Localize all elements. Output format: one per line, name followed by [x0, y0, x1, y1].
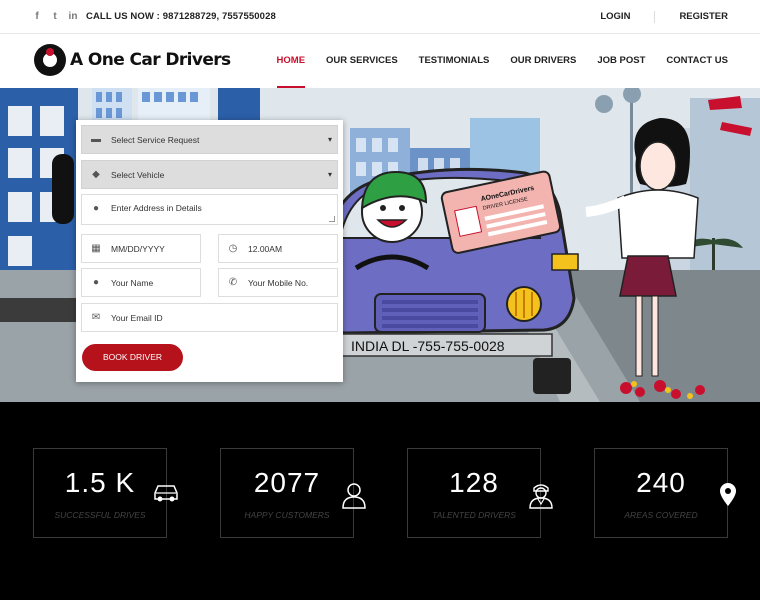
stats-section: 1.5 K SUCCESSFUL DRIVES 2077 HAPPY CUSTO…	[0, 402, 760, 600]
stat-card: 240 AREAS COVERED	[594, 448, 736, 538]
calendar-icon: ▦	[91, 243, 101, 254]
login-link[interactable]: LOGIN	[600, 11, 630, 23]
nav-item-contact[interactable]: CONTACT US	[666, 34, 728, 88]
email-input[interactable]: ✉ Your Email ID	[81, 303, 338, 332]
nav-item-testimonials[interactable]: TESTIMONIALS	[419, 34, 490, 88]
location-pin-icon	[720, 483, 736, 506]
nav-item-job-post[interactable]: JOB POST	[597, 34, 645, 88]
name-input[interactable]: ● Your Name	[81, 268, 201, 297]
nav-item-drivers[interactable]: OUR DRIVERS	[510, 34, 576, 88]
stat-value: 2077	[253, 467, 321, 498]
stat-value: 240	[636, 467, 686, 498]
stat-label: HAPPY CUSTOMERS	[244, 510, 330, 520]
stat-value: 1.5 K	[64, 467, 136, 498]
facebook-icon[interactable]: f	[32, 11, 42, 22]
vehicle-select[interactable]: ◆ Select Vehicle ▾	[81, 160, 338, 189]
stat-card: 1.5 K SUCCESSFUL DRIVES	[33, 448, 178, 538]
stat-value: 128	[449, 467, 499, 498]
stat-card: 128 TALENTED DRIVERS	[407, 448, 553, 538]
mobile-input[interactable]: ✆ Your Mobile No.	[218, 268, 338, 297]
nav-menu: HOME OUR SERVICES TESTIMONIALS OUR DRIVE…	[256, 34, 728, 88]
chevron-down-icon: ▾	[327, 170, 332, 179]
briefcase-icon: ▬	[91, 134, 101, 145]
stat-label: TALENTED DRIVERS	[432, 510, 516, 520]
top-bar: f t in CALL US NOW : 9871288729, 7557550…	[0, 0, 760, 34]
license-plate: INDIA DL -755-755-0028	[351, 338, 505, 354]
booking-form: ▬ Select Service Request ▾ ◆ Select Vehi…	[76, 120, 343, 382]
car-icon: ◆	[92, 169, 100, 180]
divider	[654, 11, 656, 23]
steering-wheel-icon	[34, 44, 66, 76]
stat-label: AREAS COVERED	[624, 510, 698, 520]
driver-icon	[529, 484, 553, 509]
resize-handle[interactable]	[329, 216, 335, 222]
call-us-text: CALL US NOW : 9871288729, 7557550028	[86, 11, 276, 22]
book-driver-button[interactable]: BOOK DRIVER	[82, 344, 183, 371]
nav-item-services[interactable]: OUR SERVICES	[326, 34, 398, 88]
address-textarea[interactable]: ● Enter Address in Details	[81, 194, 338, 225]
main-navbar: A One Car Drivers HOME OUR SERVICES TEST…	[0, 34, 760, 88]
map-marker-icon: ●	[92, 203, 100, 214]
brand-name: A One Car Drivers	[70, 50, 231, 70]
twitter-icon[interactable]: t	[50, 11, 60, 22]
envelope-icon: ✉	[91, 312, 101, 323]
register-link[interactable]: REGISTER	[679, 11, 728, 23]
service-request-select[interactable]: ▬ Select Service Request ▾	[81, 125, 338, 154]
stat-label: SUCCESSFUL DRIVES	[54, 510, 146, 520]
linkedin-icon[interactable]: in	[68, 11, 78, 22]
user-icon: ●	[92, 277, 100, 288]
user-icon	[342, 483, 366, 509]
brand-logo[interactable]: A One Car Drivers	[34, 44, 231, 76]
time-input[interactable]: ◷ 12.00AM	[218, 234, 338, 263]
auth-links: LOGIN REGISTER	[600, 11, 728, 23]
car-icon	[154, 485, 178, 502]
date-input[interactable]: ▦ MM/DD/YYYY	[81, 234, 201, 263]
social-links: f t in	[32, 11, 78, 22]
stat-card: 2077 HAPPY CUSTOMERS	[220, 448, 366, 538]
phone-icon: ✆	[228, 277, 238, 288]
nav-item-home[interactable]: HOME	[276, 34, 305, 88]
chevron-down-icon: ▾	[327, 135, 332, 144]
clock-icon: ◷	[228, 243, 238, 254]
